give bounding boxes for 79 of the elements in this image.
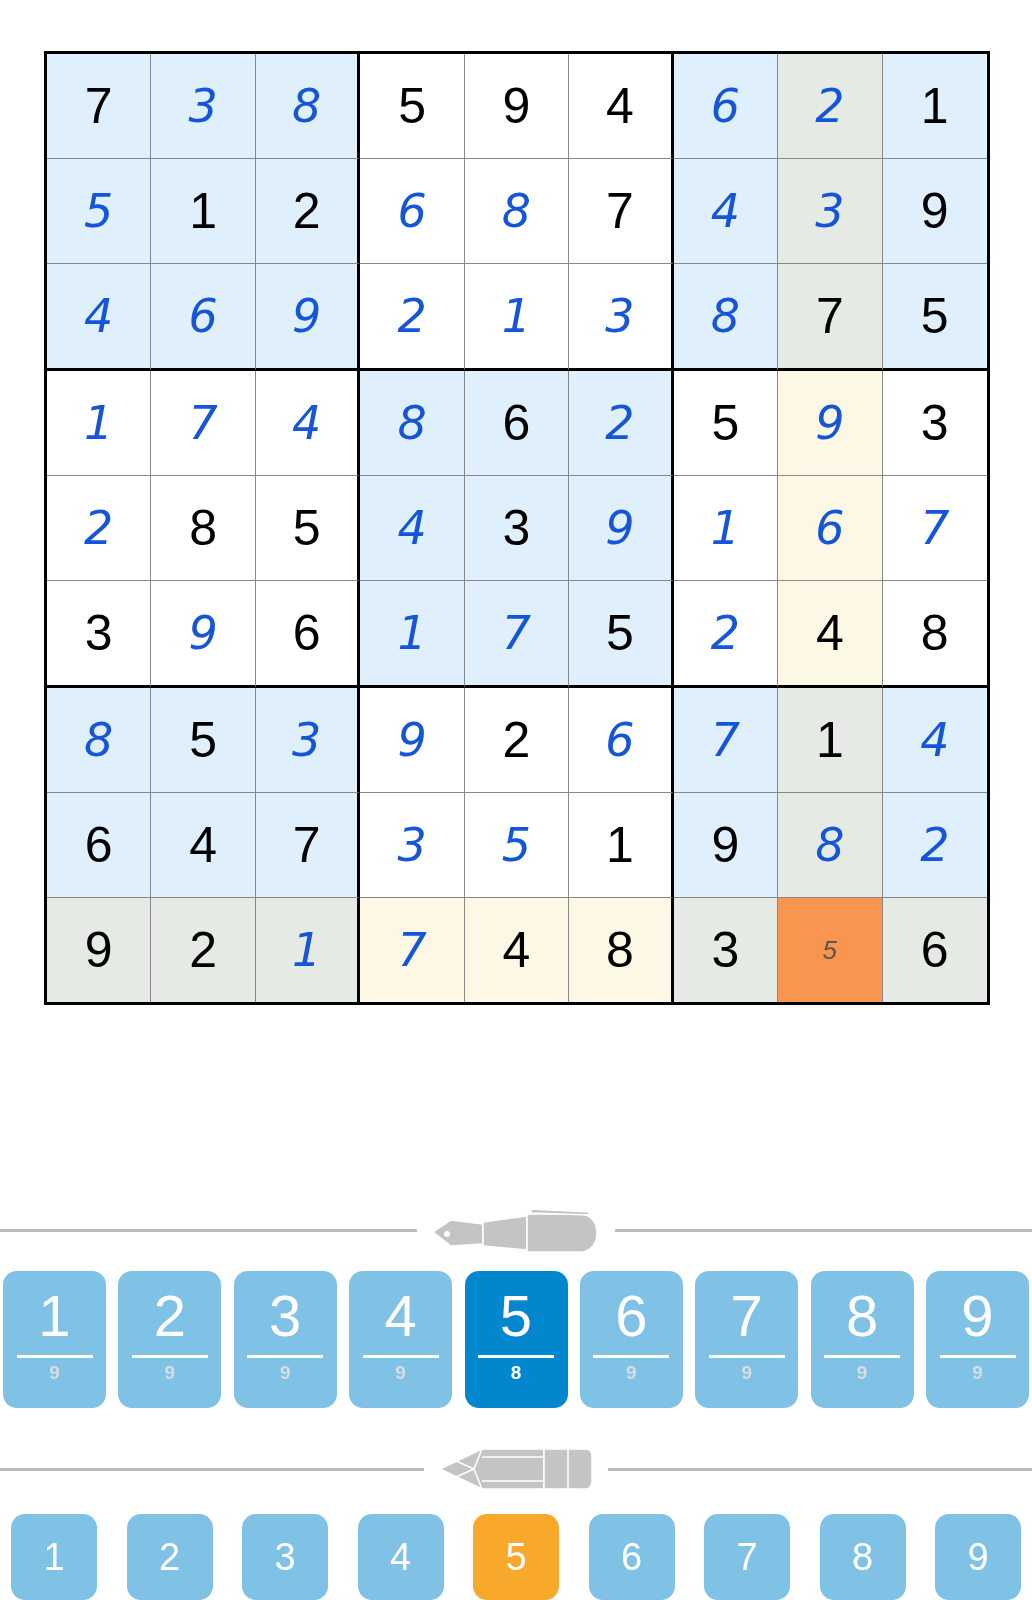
sudoku-cell[interactable]: 1 (255, 898, 361, 1002)
sudoku-cell[interactable]: 8 (464, 159, 570, 264)
sudoku-cell[interactable]: 8 (360, 371, 465, 476)
sudoku-cell[interactable]: 2 (151, 898, 256, 1002)
sudoku-cell[interactable]: 8 (255, 54, 361, 159)
sudoku-cell[interactable]: 9 (778, 371, 883, 476)
sudoku-cell[interactable]: 6 (882, 898, 987, 1002)
sudoku-cell[interactable]: 8 (47, 688, 152, 793)
sudoku-cell[interactable]: 8 (778, 793, 883, 898)
sudoku-cell[interactable]: 6 (151, 264, 256, 371)
sudoku-cell[interactable]: 9 (882, 159, 987, 264)
sudoku-cell[interactable]: 5 (360, 54, 465, 159)
sudoku-cell[interactable]: 3 (47, 581, 152, 688)
sudoku-cell[interactable]: 7 (569, 159, 674, 264)
sudoku-cell[interactable]: 1 (673, 476, 779, 581)
sudoku-cell[interactable]: 5 (882, 264, 987, 371)
sudoku-cell[interactable]: 1 (882, 54, 987, 159)
sudoku-cell[interactable]: 1 (569, 793, 674, 898)
sudoku-cell[interactable]: 2 (778, 54, 883, 159)
sudoku-cell[interactable]: 3 (569, 264, 674, 371)
sudoku-cell[interactable]: 4 (778, 581, 883, 688)
sudoku-cell[interactable]: 3 (673, 898, 779, 1002)
sudoku-cell[interactable]: 9 (47, 898, 152, 1002)
sudoku-cell[interactable]: 2 (47, 476, 152, 581)
sudoku-cell[interactable]: 2 (882, 793, 987, 898)
sudoku-cell[interactable]: 9 (673, 793, 779, 898)
sudoku-cell[interactable]: 8 (569, 898, 674, 1002)
sudoku-cell[interactable]: 6 (47, 793, 152, 898)
sudoku-cell[interactable]: 7 (360, 898, 465, 1002)
sudoku-cell[interactable]: 9 (255, 264, 361, 371)
sudoku-cell[interactable]: 1 (778, 688, 883, 793)
sudoku-cell[interactable]: 2 (673, 581, 779, 688)
sudoku-cell[interactable]: 2 (464, 688, 570, 793)
sudoku-cell[interactable]: 5 (464, 793, 570, 898)
sudoku-cell[interactable]: 1 (47, 371, 152, 476)
sudoku-cell[interactable]: 6 (778, 476, 883, 581)
sudoku-cell[interactable]: 9 (360, 688, 465, 793)
sudoku-cell[interactable]: 1 (464, 264, 570, 371)
sudoku-cell[interactable]: 1 (151, 159, 256, 264)
sudoku-cell[interactable]: 4 (151, 793, 256, 898)
sudoku-cell[interactable]: 9 (464, 54, 570, 159)
sudoku-cell[interactable]: 3 (464, 476, 570, 581)
sudoku-cell[interactable]: 4 (47, 264, 152, 371)
sudoku-cell[interactable]: 8 (151, 476, 256, 581)
sudoku-cell[interactable]: 4 (255, 371, 361, 476)
sudoku-cell[interactable]: 7 (464, 581, 570, 688)
sudoku-cell[interactable]: 3 (778, 159, 883, 264)
sudoku-cell[interactable]: 3 (151, 54, 256, 159)
sudoku-cell[interactable]: 4 (569, 54, 674, 159)
sudoku-cell[interactable]: 9 (151, 581, 256, 688)
sudoku-cell[interactable]: 6 (464, 371, 570, 476)
sudoku-cell[interactable]: 8 (673, 264, 779, 371)
sudoku-cell[interactable]: 3 (255, 688, 361, 793)
sudoku-cell[interactable]: 6 (360, 159, 465, 264)
sudoku-cell[interactable]: 5 (673, 371, 779, 476)
sudoku-cell[interactable]: 7 (255, 793, 361, 898)
sudoku-cell[interactable]: 5 (569, 581, 674, 688)
sudoku-cell[interactable]: 9 (569, 476, 674, 581)
sudoku-cell[interactable]: 1 (360, 581, 465, 688)
number-key[interactable]: 5 8 (464, 1271, 568, 1408)
sudoku-cell[interactable]: 5 (255, 476, 361, 581)
sudoku-cell[interactable]: 2 (255, 159, 361, 264)
sudoku-cell[interactable]: 5 (778, 898, 883, 1002)
sudoku-cell[interactable]: 2 (360, 264, 465, 371)
sudoku-cell[interactable]: 2 (569, 371, 674, 476)
sudoku-cell[interactable]: 6 (673, 54, 779, 159)
sudoku-cell[interactable]: 7 (151, 371, 256, 476)
sudoku-cell[interactable]: 7 (47, 54, 152, 159)
sudoku-cell[interactable]: 6 (569, 688, 674, 793)
sudoku-cell[interactable]: 6 (255, 581, 361, 688)
sudoku-cell[interactable]: 4 (882, 688, 987, 793)
sudoku-cell[interactable]: 5 (47, 159, 152, 264)
sudoku-cell[interactable]: 7 (778, 264, 883, 371)
sudoku-cell[interactable]: 5 (151, 688, 256, 793)
sudoku-cell[interactable]: 3 (360, 793, 465, 898)
sudoku-cell[interactable]: 4 (360, 476, 465, 581)
sudoku-cell[interactable]: 4 (464, 898, 570, 1002)
sudoku-cell[interactable]: 4 (673, 159, 779, 264)
sudoku-cell[interactable]: 7 (673, 688, 779, 793)
